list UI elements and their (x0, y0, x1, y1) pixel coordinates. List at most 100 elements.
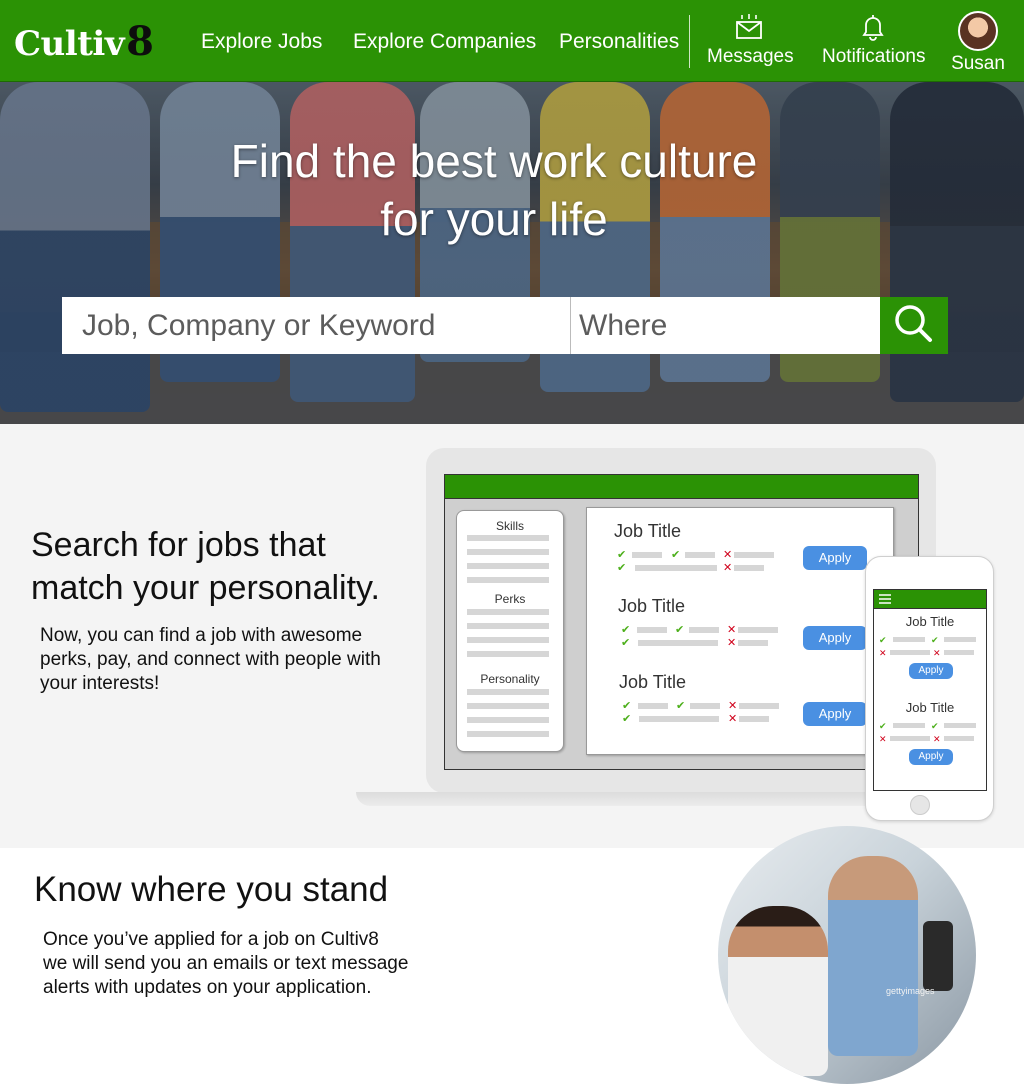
check-icon: ✔ (617, 549, 627, 561)
placeholder-bar (893, 637, 925, 642)
cross-icon: ✕ (933, 734, 941, 744)
photo-figure (828, 856, 918, 1056)
check-icon: ✔ (621, 637, 631, 649)
feature-search-title-line2: match your personality. (31, 569, 380, 607)
placeholder-bar (467, 731, 549, 737)
cross-icon: ✕ (727, 624, 737, 636)
mockup-apply-button[interactable]: Apply (803, 626, 867, 650)
placeholder-bar (467, 535, 549, 541)
placeholder-bar (734, 565, 764, 571)
placeholder-bar (639, 716, 719, 722)
placeholder-bar (944, 650, 974, 655)
cross-icon: ✕ (723, 549, 733, 561)
filter-personality-label: Personality (480, 672, 540, 686)
placeholder-bar (893, 723, 925, 728)
nav-divider (689, 15, 690, 68)
check-icon: ✔ (879, 721, 887, 731)
placeholder-bar (467, 609, 549, 615)
phone-apply-button[interactable]: Apply (909, 749, 953, 765)
phone-header-bar (874, 590, 986, 609)
phone-job-title: Job Title (905, 614, 955, 629)
placeholder-bar (685, 552, 715, 558)
feature-search-title: Search for jobs that match your personal… (31, 524, 380, 610)
placeholder-bar (467, 651, 549, 657)
hero-banner: Find the best work culture for your life (0, 82, 1024, 424)
placeholder-bar (467, 623, 549, 629)
nav-notifications[interactable]: Notifications (822, 12, 926, 68)
placeholder-bar (944, 637, 976, 642)
placeholder-bar (467, 563, 549, 569)
nav-explore-jobs[interactable]: Explore Jobs (201, 30, 322, 54)
hero-title: Find the best work culture for your life (0, 132, 988, 248)
cross-icon: ✕ (728, 700, 738, 712)
nav-personalities[interactable]: Personalities (559, 30, 679, 54)
feature-search-title-line1: Search for jobs that (31, 526, 326, 564)
notifications-label: Notifications (822, 46, 926, 67)
feature-status-section: Know where you stand Once you’ve applied… (0, 826, 1024, 1084)
logo[interactable]: Cultiv8 (14, 18, 154, 65)
placeholder-bar (467, 717, 549, 723)
cross-icon: ✕ (728, 713, 738, 725)
phone-home-button (910, 795, 930, 815)
nav-explore-companies[interactable]: Explore Companies (353, 30, 536, 54)
check-icon: ✔ (931, 721, 939, 731)
location-input[interactable] (570, 297, 880, 354)
check-icon: ✔ (931, 635, 939, 645)
placeholder-bar (739, 703, 779, 709)
cross-icon: ✕ (727, 637, 737, 649)
feature-status-body-line1: Once you’ve applied for a job on Cultiv8 (43, 929, 379, 950)
feature-search-section: Search for jobs that match your personal… (0, 424, 1024, 848)
search-bar (62, 297, 948, 354)
keyword-search-input[interactable] (62, 297, 570, 354)
placeholder-bar (632, 552, 662, 558)
mockup-job-title: Job Title (619, 672, 687, 692)
mockup-job-title: Job Title (614, 521, 682, 541)
top-navbar: Cultiv8 Explore Jobs Explore Companies P… (0, 0, 1024, 82)
placeholder-bar (638, 703, 668, 709)
placeholder-bar (944, 736, 974, 741)
lab-photo: gettyimages (718, 826, 976, 1084)
search-button[interactable] (880, 297, 948, 354)
cross-icon: ✕ (879, 648, 887, 658)
phone-job-title: Job Title (905, 700, 955, 715)
check-icon: ✔ (676, 700, 686, 712)
nav-messages[interactable]: Messages (707, 12, 794, 68)
cross-icon: ✕ (933, 648, 941, 658)
photo-watermark: gettyimages (886, 986, 935, 996)
placeholder-bar (738, 640, 768, 646)
placeholder-bar (690, 703, 720, 709)
placeholder-bar (734, 552, 774, 558)
mockup-apply-button[interactable]: Apply (803, 702, 867, 726)
placeholder-bar (637, 627, 667, 633)
check-icon: ✔ (621, 624, 631, 636)
filter-skills-label: Skills (495, 519, 524, 533)
hero-title-line2: for your life (380, 193, 608, 245)
feature-status-body-line2: we will send you an emails or text messa… (43, 953, 409, 974)
filter-perks-label: Perks (494, 592, 526, 606)
logo-number: 8 (126, 18, 154, 65)
placeholder-bar (467, 689, 549, 695)
phone-screen: Job Title ✔ ✔ ✕ ✕ Apply Job Title ✔ ✔ ✕ … (873, 589, 987, 791)
laptop-screen: Skills Perks Personality Job Title ✔ ✔ ✕ (444, 474, 919, 770)
avatar (958, 11, 998, 51)
cross-icon: ✕ (879, 734, 887, 744)
photo-figure (728, 906, 828, 1076)
feature-status-body: Once you’ve applied for a job on Cultiv8… (43, 928, 463, 1000)
hamburger-menu-icon (879, 594, 891, 604)
mockup-filter-panel: Skills Perks Personality (456, 510, 564, 752)
nav-user-profile[interactable]: Susan (950, 11, 1006, 75)
check-icon: ✔ (622, 700, 632, 712)
hero-title-line1: Find the best work culture (230, 135, 758, 187)
photo-microscope (923, 921, 953, 991)
mockup-apply-button[interactable]: Apply (803, 546, 867, 570)
placeholder-bar (689, 627, 719, 633)
messages-label: Messages (707, 46, 794, 67)
logo-text: Cultiv (14, 24, 125, 64)
placeholder-bar (635, 565, 717, 571)
bell-icon (822, 12, 924, 46)
mockup-job-title: Job Title (618, 596, 686, 616)
mockup-header-bar (445, 475, 918, 499)
placeholder-bar (467, 703, 549, 709)
phone-apply-button[interactable]: Apply (909, 663, 953, 679)
placeholder-bar (467, 637, 549, 643)
